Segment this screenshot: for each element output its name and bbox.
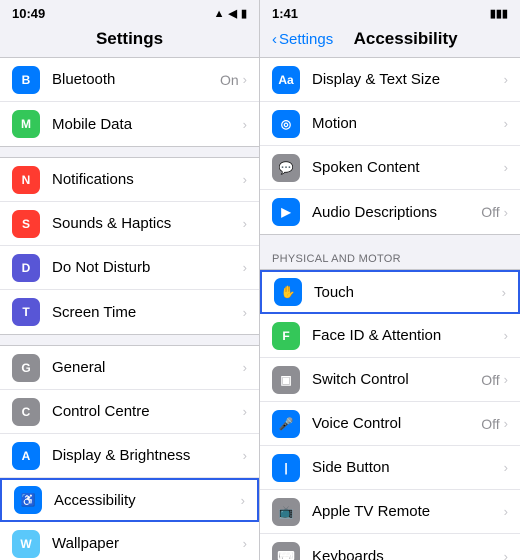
chevron-icon-do-not-disturb: › — [243, 260, 247, 275]
left-row-label-sounds: Sounds & Haptics — [52, 215, 243, 232]
right-row-label-display-text: Display & Text Size — [312, 71, 504, 88]
right-chevron-icon-spoken-content: › — [504, 160, 508, 175]
right-row-value-switch-control: Off — [481, 372, 499, 388]
right-row-value-voice-control: Off — [481, 416, 499, 432]
left-settings-list: B Bluetooth On › M Mobile Data › N Notif… — [0, 57, 259, 560]
chevron-icon-display: › — [243, 448, 247, 463]
right-time: 1:41 — [272, 6, 298, 21]
left-row-label-display: Display & Brightness — [52, 447, 243, 464]
left-row-label-bluetooth: Bluetooth — [52, 71, 220, 88]
right-row-switch-control[interactable]: ▣ Switch Control Off › — [260, 358, 520, 402]
left-row-label-mobile-data: Mobile Data — [52, 116, 243, 133]
right-row-motion[interactable]: ◎ Motion › — [260, 102, 520, 146]
right-row-label-motion: Motion — [312, 115, 504, 132]
left-row-label-general: General — [52, 359, 243, 376]
right-battery-icon: ▮▮▮ — [490, 7, 508, 20]
right-settings-list: Aa Display & Text Size › ◎ Motion › 💬 Sp… — [260, 57, 520, 560]
left-title: Settings — [0, 25, 259, 57]
chevron-icon-general: › — [243, 360, 247, 375]
right-title: Accessibility — [333, 29, 478, 49]
right-chevron-icon-display-text: › — [504, 72, 508, 87]
right-chevron-icon-faceid-attention: › — [504, 328, 508, 343]
left-row-control-centre[interactable]: C Control Centre › — [0, 390, 259, 434]
right-chevron-icon-switch-control: › — [504, 372, 508, 387]
right-panel: 1:41 ▮▮▮ ‹ Settings Accessibility Aa Dis… — [260, 0, 520, 560]
back-chevron-icon: ‹ — [272, 31, 277, 48]
right-chevron-icon-audio-desc: › — [504, 205, 508, 220]
chevron-icon-mobile-data: › — [243, 117, 247, 132]
left-row-sounds[interactable]: S Sounds & Haptics › — [0, 202, 259, 246]
chevron-icon-screen-time: › — [243, 305, 247, 320]
right-row-spoken-content[interactable]: 💬 Spoken Content › — [260, 146, 520, 190]
right-row-faceid-attention[interactable]: F Face ID & Attention › — [260, 314, 520, 358]
right-chevron-icon-motion: › — [504, 116, 508, 131]
left-group-2: G General › C Control Centre › A Display… — [0, 345, 259, 560]
right-row-label-touch: Touch — [314, 284, 502, 301]
right-row-label-spoken-content: Spoken Content — [312, 159, 504, 176]
left-status-icons: ▲ ◀ ▮ — [214, 7, 247, 20]
chevron-icon-wallpaper: › — [243, 536, 247, 551]
signal-icon: ▲ — [214, 8, 225, 20]
right-nav: ‹ Settings Accessibility — [260, 25, 520, 57]
right-chevron-icon-side-button: › — [504, 460, 508, 475]
right-row-label-faceid-attention: Face ID & Attention — [312, 327, 504, 344]
left-row-label-do-not-disturb: Do Not Disturb — [52, 259, 243, 276]
right-row-value-audio-desc: Off — [481, 204, 499, 220]
wifi-icon: ◀ — [228, 7, 236, 20]
left-row-label-wallpaper: Wallpaper — [52, 535, 243, 552]
right-status-bar: 1:41 ▮▮▮ — [260, 0, 520, 25]
left-row-label-control-centre: Control Centre — [52, 403, 243, 420]
right-row-side-button[interactable]: | Side Button › — [260, 446, 520, 490]
right-row-label-keyboards: Keyboards — [312, 548, 504, 560]
chevron-icon-sounds: › — [243, 216, 247, 231]
right-row-label-switch-control: Switch Control — [312, 371, 481, 388]
right-group-1: ✋ Touch › F Face ID & Attention › ▣ Swit… — [260, 269, 520, 560]
right-row-label-audio-desc: Audio Descriptions — [312, 204, 481, 221]
left-row-label-screen-time: Screen Time — [52, 304, 243, 321]
left-row-display[interactable]: A Display & Brightness › — [0, 434, 259, 478]
left-row-value-bluetooth: On — [220, 72, 239, 88]
chevron-icon-accessibility: › — [241, 493, 245, 508]
right-row-keyboards[interactable]: ⌨ Keyboards › — [260, 534, 520, 560]
left-row-wallpaper[interactable]: W Wallpaper › — [0, 522, 259, 560]
right-chevron-icon-touch: › — [502, 285, 506, 300]
chevron-icon-bluetooth: › — [243, 72, 247, 87]
left-row-notifications[interactable]: N Notifications › — [0, 158, 259, 202]
chevron-icon-control-centre: › — [243, 404, 247, 419]
right-row-audio-desc[interactable]: ▶ Audio Descriptions Off › — [260, 190, 520, 234]
left-row-do-not-disturb[interactable]: D Do Not Disturb › — [0, 246, 259, 290]
left-row-bluetooth[interactable]: B Bluetooth On › — [0, 58, 259, 102]
back-button[interactable]: ‹ Settings — [272, 31, 333, 48]
left-status-bar: 10:49 ▲ ◀ ▮ — [0, 0, 259, 25]
right-group-0: Aa Display & Text Size › ◎ Motion › 💬 Sp… — [260, 57, 520, 235]
left-group-0: B Bluetooth On › M Mobile Data › — [0, 57, 259, 147]
right-row-display-text[interactable]: Aa Display & Text Size › — [260, 58, 520, 102]
right-chevron-icon-apple-tv: › — [504, 504, 508, 519]
back-label: Settings — [279, 31, 333, 48]
left-row-label-notifications: Notifications — [52, 171, 243, 188]
right-row-touch[interactable]: ✋ Touch › — [260, 270, 520, 314]
left-row-label-accessibility: Accessibility — [54, 492, 241, 509]
battery-icon: ▮ — [241, 7, 247, 20]
left-group-1: N Notifications › S Sounds & Haptics › D… — [0, 157, 259, 335]
left-row-mobile-data[interactable]: M Mobile Data › — [0, 102, 259, 146]
left-panel: 10:49 ▲ ◀ ▮ Settings B Bluetooth On › M … — [0, 0, 260, 560]
right-chevron-icon-keyboards: › — [504, 549, 508, 560]
right-status-icons: ▮▮▮ — [490, 7, 508, 20]
right-row-label-voice-control: Voice Control — [312, 415, 481, 432]
right-row-label-apple-tv: Apple TV Remote — [312, 503, 504, 520]
right-row-voice-control[interactable]: 🎤 Voice Control Off › — [260, 402, 520, 446]
chevron-icon-notifications: › — [243, 172, 247, 187]
left-row-accessibility[interactable]: ♿ Accessibility › — [0, 478, 259, 522]
left-row-screen-time[interactable]: T Screen Time › — [0, 290, 259, 334]
left-row-general[interactable]: G General › — [0, 346, 259, 390]
left-time: 10:49 — [12, 6, 45, 21]
right-row-apple-tv[interactable]: 📺 Apple TV Remote › — [260, 490, 520, 534]
right-section-label-1: PHYSICAL AND MOTOR — [260, 245, 520, 269]
right-chevron-icon-voice-control: › — [504, 416, 508, 431]
right-row-label-side-button: Side Button — [312, 459, 504, 476]
